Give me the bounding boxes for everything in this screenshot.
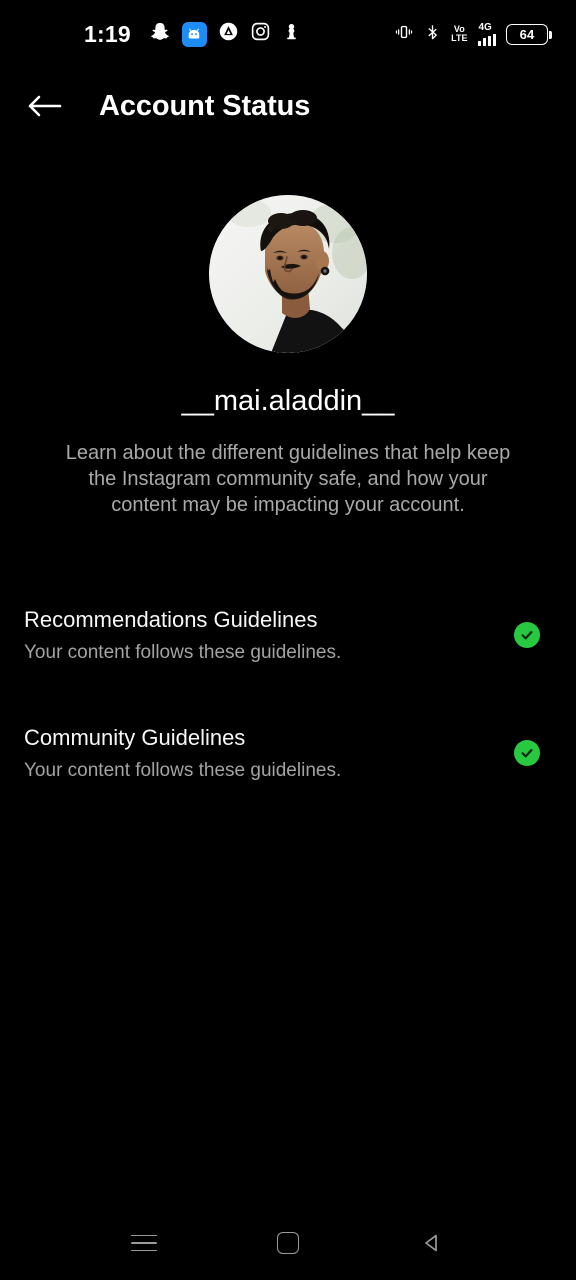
status-badge-check-icon [514, 740, 540, 766]
bluetooth-icon [424, 22, 441, 47]
vibrate-icon [394, 22, 414, 47]
home-square-icon [277, 1232, 299, 1254]
profile-username: __mai.aladdin__ [181, 385, 395, 417]
nav-back-button[interactable] [400, 1211, 464, 1275]
guidelines-list: Recommendations Guidelines Your content … [0, 595, 576, 831]
page-title: Account Status [99, 89, 311, 122]
system-navigation-bar [0, 1206, 576, 1280]
guideline-title: Recommendations Guidelines [24, 607, 318, 632]
app-header: Account Status [0, 68, 576, 144]
guideline-row-recommendations[interactable]: Recommendations Guidelines Your content … [24, 595, 552, 675]
signal-bars [477, 33, 496, 46]
adguard-icon [218, 21, 239, 47]
guideline-texts: Community Guidelines Your content follow… [24, 723, 514, 783]
avatar[interactable] [209, 195, 367, 353]
back-button[interactable] [12, 73, 78, 139]
status-bar-left: 1:19 [84, 21, 301, 48]
instagram-icon [250, 21, 271, 47]
battery-icon: 64 [506, 23, 552, 45]
avatar-photo [209, 195, 367, 353]
status-badge-check-icon [514, 622, 540, 648]
status-bar-clock: 1:19 [84, 20, 131, 47]
guideline-subtitle: Your content follows these guidelines. [24, 642, 342, 663]
battery-level-label: 64 [519, 26, 535, 42]
nav-recents-button[interactable] [112, 1211, 176, 1275]
signal-strength-icon: 4G [477, 21, 496, 46]
guideline-row-community[interactable]: Community Guidelines Your content follow… [24, 713, 552, 793]
recents-menu-icon [131, 1234, 157, 1252]
volte-icon: Vo LTE [451, 25, 467, 42]
nav-home-button[interactable] [256, 1211, 320, 1275]
snapchat-icon [149, 21, 171, 48]
profile-description: Learn about the different guidelines tha… [65, 442, 511, 516]
network-type-label: 4G [478, 21, 492, 33]
guideline-texts: Recommendations Guidelines Your content … [24, 605, 514, 665]
guideline-subtitle: Your content follows these guidelines. [24, 760, 342, 781]
status-bar-right: Vo LTE 4G 64 [394, 21, 552, 47]
pawn-app-icon [282, 21, 301, 47]
back-triangle-icon [425, 1234, 437, 1252]
profile-section: __mai.aladdin__ Learn about the differen… [0, 195, 576, 518]
volte-bottom-text: LTE [451, 33, 468, 43]
android-app-icon [181, 21, 207, 47]
status-bar: 1:19 Vo LTE 4G 64 [0, 0, 576, 68]
back-arrow-icon [28, 95, 62, 117]
guideline-title: Community Guidelines [24, 725, 246, 750]
